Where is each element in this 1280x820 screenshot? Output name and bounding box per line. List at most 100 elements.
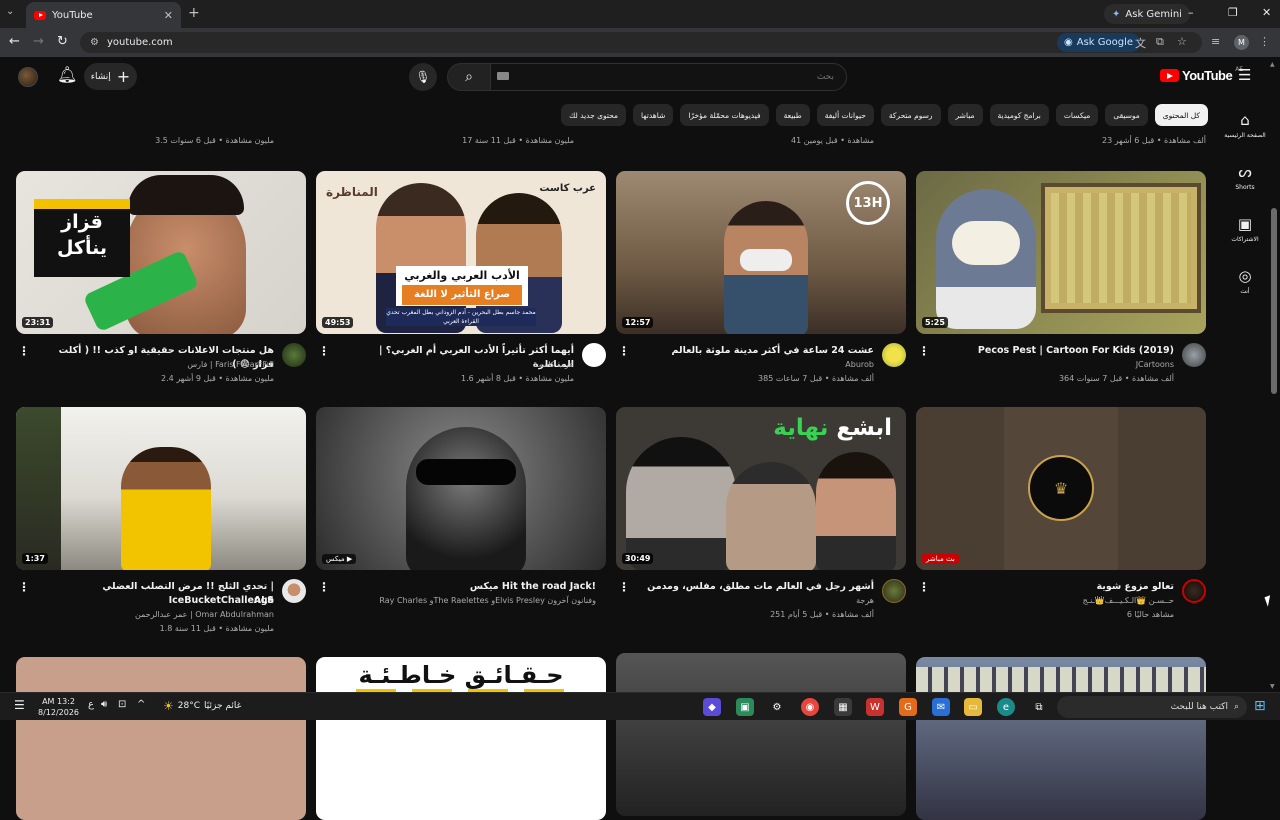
restore-button[interactable]: ❐	[1228, 6, 1238, 19]
profile-avatar[interactable]: M	[1234, 35, 1249, 50]
more-actions-icon[interactable]: ⋮	[18, 580, 30, 594]
channel-name[interactable]: JCartoons	[1136, 360, 1174, 369]
more-actions-icon[interactable]: ⋮	[18, 344, 30, 358]
network-icon[interactable]: ⊡	[118, 699, 126, 710]
video-thumbnail[interactable]	[16, 657, 306, 820]
video-thumbnail[interactable]: 13H 12:57	[616, 171, 906, 334]
video-thumbnail[interactable]: ابشع نهاية 30:49	[616, 407, 906, 570]
video-thumbnail[interactable]	[616, 653, 906, 816]
show-hidden-icons-chevron-icon[interactable]: ^	[137, 699, 145, 710]
video-card[interactable]	[616, 653, 906, 816]
video-card[interactable]: حـقـائـق خـاطـئـة	[316, 657, 606, 820]
taskbar-clock[interactable]: AM 13:2 8/12/2026	[38, 696, 79, 718]
mix-artists[interactable]: Ray Charles وThe Raelettes وElvis Presle…	[379, 596, 596, 605]
ask-google-button[interactable]: ◉ Ask Google	[1057, 33, 1141, 52]
more-actions-icon[interactable]: ⋮	[918, 344, 930, 358]
video-card[interactable]	[916, 657, 1206, 820]
video-card[interactable]	[16, 657, 306, 820]
settings-gear-icon[interactable]: ⚙	[768, 698, 786, 716]
video-card[interactable]: ابشع نهاية 30:49 أشهر رجل في العالم مات …	[616, 407, 906, 639]
close-window-button[interactable]: ✕	[1262, 6, 1271, 19]
reading-list-icon[interactable]: ≡	[1211, 35, 1220, 48]
new-tab-button[interactable]: +	[188, 5, 200, 21]
mail-icon[interactable]: ✉	[932, 698, 950, 716]
channel-avatar[interactable]	[882, 343, 906, 367]
scroll-up-arrow-icon[interactable]: ▲	[1270, 61, 1275, 68]
bookmark-star-icon[interactable]: ☆	[1177, 35, 1187, 48]
chip-nature[interactable]: طبيعة	[775, 104, 810, 126]
chip-watched[interactable]: شاهدتها	[633, 104, 674, 126]
app-icon-g[interactable]: G	[899, 698, 917, 716]
channel-name[interactable]: عرب كاست	[534, 360, 574, 369]
channel-name[interactable]: فارس | Faris FFearFFul	[187, 360, 274, 369]
minimize-button[interactable]: –	[1188, 6, 1194, 19]
search-button[interactable]: ⌕	[447, 63, 491, 91]
more-actions-icon[interactable]: ⋮	[618, 580, 630, 594]
more-actions-icon[interactable]: ⋮	[618, 344, 630, 358]
store-icon[interactable]: ▦	[834, 698, 852, 716]
channel-avatar[interactable]	[882, 579, 906, 603]
guide-menu-icon[interactable]: ☰	[1238, 66, 1251, 84]
video-card[interactable]: ♛ بث مباشر تعالو مزوع شوية حــسـن 👑الـكـ…	[916, 407, 1206, 639]
search-input[interactable]	[490, 63, 847, 91]
app-icon-visual-studio[interactable]: ◆	[703, 698, 721, 716]
tab-search-icon[interactable]: ⌄	[6, 6, 14, 17]
more-actions-icon[interactable]: ⋮	[918, 580, 930, 594]
channel-avatar[interactable]	[1182, 343, 1206, 367]
chrome-icon[interactable]: ◉	[801, 698, 819, 716]
youtube-logo[interactable]: YouTube AE	[1160, 66, 1243, 83]
weather-widget[interactable]: ☀ 28°C غائم جزئيًا	[163, 699, 241, 713]
chip-animation[interactable]: رسوم متحركة	[880, 104, 941, 126]
tab-youtube[interactable]: YouTube ✕	[26, 2, 181, 28]
video-thumbnail[interactable]: الأدب العربي والغربي صراع التأثير لا الل…	[316, 171, 606, 334]
channel-name[interactable]: عمر عبدالرحمن | Omar Abdulrahman	[135, 610, 274, 619]
chip-new-to-you[interactable]: محتوى جديد لك	[561, 104, 627, 126]
guide-item-shorts[interactable]: ᔕ Shorts	[1222, 152, 1268, 204]
video-thumbnail[interactable]: 5:25	[916, 171, 1206, 334]
video-title[interactable]: Pecos Pest | Cartoon For Kids (2019)	[936, 344, 1174, 358]
video-title[interactable]: عشت 24 ساعة في أكثر مدينة ملوثة بالعالم	[636, 344, 874, 358]
taskbar-search[interactable]: اكتب هنا للبحث ⌕	[1057, 696, 1247, 718]
video-card[interactable]: 1:37 تحدي الثلج !! مرض التصلب العضلي | I…	[16, 407, 306, 639]
chip-pets[interactable]: حيوانات أليفة	[816, 104, 874, 126]
channel-avatar[interactable]	[582, 343, 606, 367]
video-thumbnail[interactable]: قزاز ينأكل 23:31	[16, 171, 306, 334]
guide-item-home[interactable]: ⌂ الصفحة الرئيسية	[1222, 100, 1268, 152]
channel-avatar[interactable]	[282, 579, 306, 603]
video-card[interactable]: الأدب العربي والغربي صراع التأثير لا الل…	[316, 171, 606, 403]
tab-close-icon[interactable]: ✕	[164, 9, 173, 22]
address-bar[interactable]: ⚙ youtube.com	[80, 32, 1202, 53]
channel-avatar-live[interactable]	[1182, 579, 1206, 603]
chip-comedy[interactable]: برامج كوميدية	[989, 104, 1049, 126]
volume-icon[interactable]: 🔊︎	[101, 699, 107, 710]
more-actions-icon[interactable]: ⋮	[318, 580, 330, 594]
notifications-bell-icon[interactable]: 🔔︎	[57, 65, 77, 84]
video-thumbnail[interactable]: ♛ بث مباشر	[916, 407, 1206, 570]
wps-office-icon[interactable]: W	[866, 698, 884, 716]
account-avatar[interactable]	[18, 67, 38, 87]
install-icon[interactable]: ⧉	[1156, 35, 1164, 49]
browser-menu-icon[interactable]: ⋮	[1259, 35, 1270, 48]
video-title-line2[interactable]: ALS	[36, 594, 274, 608]
windows-start-icon[interactable]: ⊞	[1254, 698, 1266, 714]
input-language[interactable]: ع	[88, 699, 94, 710]
video-card[interactable]: 5:25 Pecos Pest | Cartoon For Kids (2019…	[916, 171, 1206, 403]
video-thumbnail[interactable]: حـقـائـق خـاطـئـة	[316, 657, 606, 820]
guide-item-subscriptions[interactable]: ▣ الاشتراكات	[1222, 204, 1268, 256]
notifications-icon[interactable]: ☰	[14, 698, 25, 712]
task-view-icon[interactable]: ⧉	[1030, 698, 1048, 716]
channel-name[interactable]: هرجة	[856, 596, 874, 605]
keyboard-icon[interactable]	[497, 72, 509, 80]
video-title[interactable]: تعالو مزوع شوية	[936, 580, 1174, 594]
chip-mixes[interactable]: ميكسات	[1055, 104, 1099, 126]
guide-item-you[interactable]: ◎ أنت	[1222, 256, 1268, 308]
video-thumbnail[interactable]: ميكس ▶︎	[316, 407, 606, 570]
more-actions-icon[interactable]: ⋮	[318, 344, 330, 358]
channel-avatar[interactable]	[282, 343, 306, 367]
page-scrollbar[interactable]	[1271, 208, 1277, 394]
video-title[interactable]: ميكس Hit the road Jack!	[358, 580, 596, 594]
edge-icon[interactable]: e	[997, 698, 1015, 716]
video-title[interactable]: أشهر رجل في العالم مات مطلق، مفلس، ومدمن	[636, 580, 874, 594]
video-thumbnail[interactable]	[916, 657, 1206, 820]
channel-name[interactable]: Aburob	[845, 360, 874, 369]
